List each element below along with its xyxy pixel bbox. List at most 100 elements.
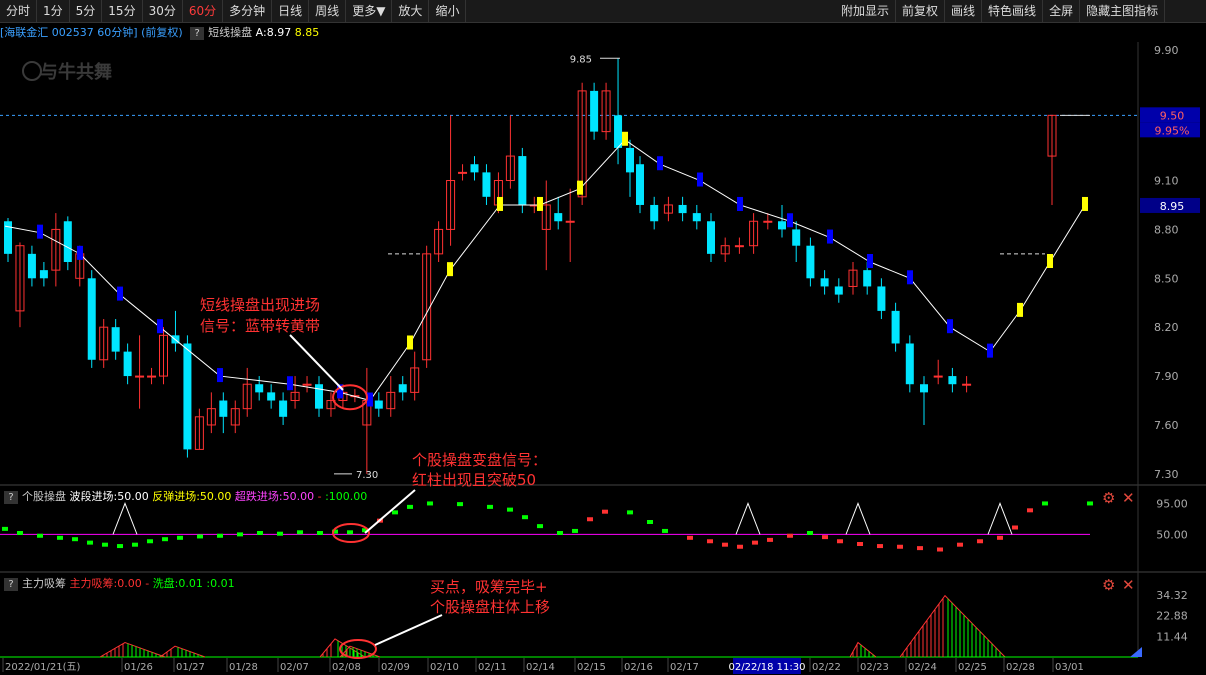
date-tick: 02/15 xyxy=(577,662,606,673)
date-tick: 02/28 xyxy=(1006,662,1035,673)
price-tick: 7.90 xyxy=(1154,370,1179,383)
panel2-dot xyxy=(837,539,843,544)
panel2-dot xyxy=(647,520,653,524)
panel2-dot xyxy=(177,535,183,540)
band-segment xyxy=(577,180,583,195)
panel2-dot xyxy=(977,539,983,544)
candle-body xyxy=(398,384,407,393)
panel2-dot xyxy=(707,539,713,544)
panel2-dot xyxy=(162,537,168,542)
current-pct-label: 9.95% xyxy=(1155,124,1190,137)
panel2-dot xyxy=(507,507,513,512)
panel2-tick: 95.00 xyxy=(1156,497,1188,510)
panel2-dot xyxy=(217,533,223,538)
band-segment xyxy=(117,286,123,301)
band-segment xyxy=(447,262,453,277)
candle-body xyxy=(778,221,786,230)
band-segment xyxy=(907,270,913,285)
band-segment xyxy=(77,245,83,260)
date-tick: 02/17 xyxy=(670,662,699,673)
panel2-dot xyxy=(1087,501,1093,506)
date-tick: 01/26 xyxy=(124,662,153,673)
panel3-tick: 34.32 xyxy=(1156,589,1188,602)
candle-body xyxy=(734,245,744,248)
panel2-dot xyxy=(427,501,433,506)
price-tick: 9.90 xyxy=(1154,44,1179,57)
panel2-dot xyxy=(102,542,108,547)
band-segment xyxy=(287,376,293,391)
candle-body xyxy=(948,376,957,385)
low-label: 7.30 xyxy=(356,470,378,481)
date-tick-highlight: 02/22/18 11:30 xyxy=(729,662,806,673)
date-tick: 02/24 xyxy=(908,662,937,673)
price-tick: 8.80 xyxy=(1154,223,1179,236)
panel2-dot xyxy=(487,504,493,509)
panel2-dot xyxy=(17,531,23,535)
panel2-dot xyxy=(737,544,743,549)
band-segment xyxy=(697,172,703,187)
candle-body xyxy=(374,400,383,409)
candle-body xyxy=(27,253,36,279)
panel2-dot xyxy=(557,531,563,535)
candle-body xyxy=(792,229,801,246)
band-segment xyxy=(217,368,223,383)
annotation-text-2: 个股操盘变盘信号： xyxy=(412,451,547,469)
price-tick: 9.10 xyxy=(1154,175,1179,188)
date-tick: 02/25 xyxy=(958,662,987,673)
candle-body xyxy=(565,220,575,223)
candle-body xyxy=(255,384,264,393)
candle-body xyxy=(707,221,715,254)
date-tick: 02/08 xyxy=(332,662,361,673)
candle-body xyxy=(482,172,491,197)
band-segment xyxy=(37,224,43,239)
candle-body xyxy=(933,375,943,378)
candle-body xyxy=(135,375,145,378)
candle-body xyxy=(820,278,829,287)
band-segment xyxy=(622,131,628,146)
candle-body xyxy=(111,327,120,352)
candle-body xyxy=(39,270,48,279)
panel2-dot xyxy=(997,535,1003,540)
current-price-label: 9.50 xyxy=(1160,109,1185,122)
band-segment xyxy=(1047,254,1053,268)
date-tick: 02/09 xyxy=(381,662,410,673)
candle-body xyxy=(315,384,323,409)
band-segment xyxy=(657,156,663,171)
candle-body xyxy=(678,204,687,214)
chart-canvas[interactable]: 与牛共舞 9.90 9.10 8.80 8.50 8.20 7.90 7.60 7.30 9.50… xyxy=(0,0,1206,675)
price-tick: 7.30 xyxy=(1154,468,1179,481)
candle-body xyxy=(692,213,701,222)
band-segment xyxy=(367,392,373,407)
panel2-dot xyxy=(767,537,773,542)
candle-body xyxy=(763,220,773,223)
panel2-dot xyxy=(347,530,353,535)
panel2-dot xyxy=(807,531,813,535)
candle-body xyxy=(302,383,312,386)
candle-body xyxy=(650,204,659,222)
panel2-dot xyxy=(602,509,608,514)
price-tick: 8.50 xyxy=(1154,272,1179,285)
panel2-dot xyxy=(392,510,398,515)
date-tick: 02/11 xyxy=(478,662,507,673)
candle-body xyxy=(891,310,900,344)
high-label: 9.85 xyxy=(570,54,592,65)
annotation-arrow-3 xyxy=(374,614,443,646)
panel2-dot xyxy=(147,539,153,544)
candle-body xyxy=(470,164,479,173)
panel2-dot xyxy=(587,517,593,522)
annotation-text-3: 买点，吸筹完毕+ xyxy=(430,578,548,596)
panel2-dot xyxy=(687,535,693,540)
band-segment xyxy=(1082,196,1088,211)
panel2-dot xyxy=(627,510,633,515)
panel2-dot xyxy=(257,531,263,535)
candle-body xyxy=(267,392,276,401)
date-tick: 02/10 xyxy=(430,662,459,673)
candle-body xyxy=(458,171,468,174)
panel2-dot xyxy=(2,526,8,531)
annotation-arrow xyxy=(289,334,344,391)
panel3-tick: 11.44 xyxy=(1156,630,1188,643)
candle-body xyxy=(834,286,843,295)
candle-body xyxy=(905,343,914,385)
panel2-dot xyxy=(117,544,123,549)
panel2-dot xyxy=(572,528,578,533)
